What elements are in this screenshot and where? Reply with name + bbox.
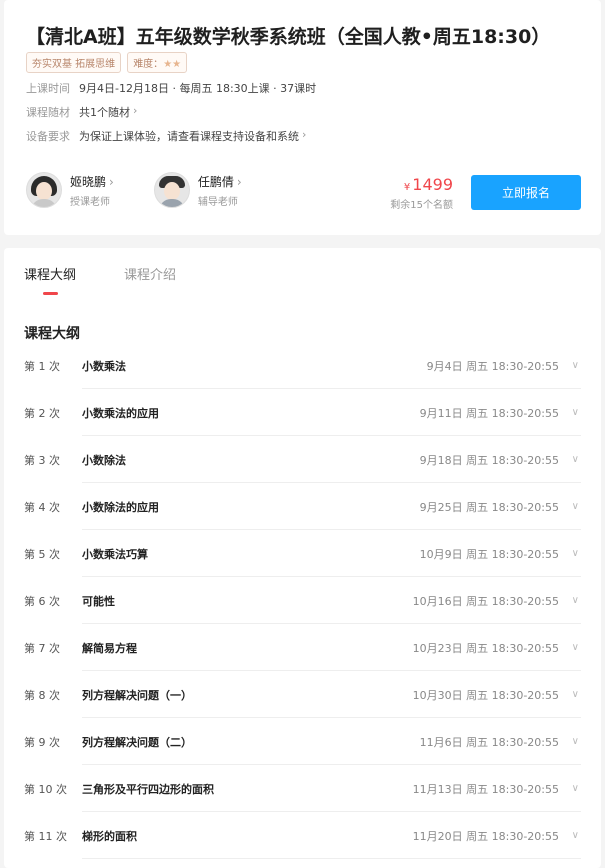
lesson-index: 第 8 次 [24,688,60,702]
lesson-index: 第 11 次 [24,829,67,843]
avatar [26,172,62,208]
lesson-time: 9月4日 周五 18:30-20:55 [426,359,559,373]
lesson-index: 第 4 次 [24,500,60,514]
outline-heading: 课程大纲 [24,326,80,342]
teacher-name[interactable]: 任鹏倩 [198,175,234,189]
lesson-index: 第 1 次 [24,359,60,373]
lesson-name: 小数乘法的应用 [82,406,159,420]
course-title: 【清北A班】五年级数学秋季系统班（全国人教•周五18:30） [26,26,551,48]
info-label: 课程随材 [26,106,70,119]
signup-button[interactable]: 立即报名 [471,175,581,210]
chevron-down-icon[interactable]: ∨ [572,830,579,841]
lesson-row[interactable]: 第 1 次 小数乘法 9月4日 周五 18:30-20:55 ∨ [24,342,581,389]
lesson-row[interactable]: 第 3 次 小数除法 9月18日 周五 18:30-20:55 ∨ [24,436,581,483]
lesson-time: 9月18日 周五 18:30-20:55 [419,453,559,467]
lesson-row[interactable]: 第 9 次 列方程解决问题（二） 11月6日 周五 18:30-20:55 ∨ [24,718,581,765]
lesson-name: 三角形及平行四边形的面积 [82,782,214,796]
currency-symbol: ¥ [403,182,411,193]
chevron-down-icon[interactable]: ∨ [572,548,579,559]
remaining-seats: 剩余15个名额 [390,200,453,211]
lesson-time: 11月6日 周五 18:30-20:55 [419,735,559,749]
lesson-time: 10月23日 周五 18:30-20:55 [412,641,559,655]
feature-tag: 夯实双基 拓展思维 [26,52,122,73]
lesson-index: 第 2 次 [24,406,60,420]
difficulty-tag: 难度：★★ [127,52,188,73]
price: ¥1499 [390,175,453,194]
lesson-index: 第 5 次 [24,547,60,561]
lesson-index: 第 6 次 [24,594,60,608]
chevron-down-icon[interactable]: ∨ [572,736,579,747]
lesson-list: 第 1 次 小数乘法 9月4日 周五 18:30-20:55 ∨ 第 2 次 小数乘法的应… [24,342,581,859]
chevron-right-icon: › [109,174,114,189]
tab-bar: 课程大纲 课程介绍 [24,264,176,295]
price-box: ¥1499 剩余15个名额 [390,175,453,211]
lesson-name: 列方程解决问题（二） [82,735,192,749]
lesson-name: 小数乘法 [82,359,126,373]
avatar [153,172,190,208]
info-materials[interactable]: 课程随材 共1个随材 › [26,104,137,120]
course-header-card: 【清北A班】五年级数学秋季系统班（全国人教•周五18:30） 夯实双基 拓展思维… [4,0,601,235]
lesson-name: 小数乘法巧算 [82,547,148,561]
lesson-time: 10月9日 周五 18:30-20:55 [419,547,559,561]
price-value: 1499 [412,175,453,194]
teacher-role: 辅导老师 [197,196,238,208]
lesson-row[interactable]: 第 4 次 小数除法的应用 9月25日 周五 18:30-20:55 ∨ [24,483,581,530]
chevron-down-icon[interactable]: ∨ [572,689,579,700]
lesson-row[interactable]: 第 5 次 小数乘法巧算 10月9日 周五 18:30-20:55 ∨ [24,530,581,577]
lesson-row[interactable]: 第 2 次 小数乘法的应用 9月11日 周五 18:30-20:55 ∨ [24,389,581,436]
lesson-name: 列方程解决问题（一） [82,688,192,702]
chevron-down-icon[interactable]: ∨ [572,783,579,794]
lesson-time: 10月16日 周五 18:30-20:55 [412,594,559,608]
teacher-lecturer[interactable]: 姬晓鹏 › 授课老师 [26,172,114,208]
lesson-row[interactable]: 第 11 次 梯形的面积 11月20日 周五 18:30-20:55 ∨ [24,812,581,859]
lesson-row[interactable]: 第 6 次 可能性 10月16日 周五 18:30-20:55 ∨ [24,577,581,624]
lesson-name: 小数除法的应用 [82,500,159,514]
info-label: 设备要求 [26,130,70,143]
chevron-down-icon[interactable]: ∨ [572,360,579,371]
difficulty-label: 难度： [133,59,164,70]
lesson-row[interactable]: 第 8 次 列方程解决问题（一） 10月30日 周五 18:30-20:55 ∨ [24,671,581,718]
lesson-time: 9月11日 周五 18:30-20:55 [419,406,559,420]
chevron-down-icon[interactable]: ∨ [572,595,579,606]
chevron-right-icon: › [133,104,138,117]
chevron-down-icon[interactable]: ∨ [572,454,579,465]
chevron-right-icon: › [302,128,307,141]
lesson-name: 梯形的面积 [82,829,137,843]
lesson-time: 9月25日 周五 18:30-20:55 [419,500,559,514]
lesson-time: 11月20日 周五 18:30-20:55 [412,829,559,843]
teacher-tutor[interactable]: 任鹏倩 › 辅导老师 [153,172,242,208]
outline-card: 课程大纲 课程介绍 课程大纲 第 1 次 小数乘法 9月4日 周五 18:30-20… [4,248,601,868]
row-divider [82,858,581,859]
teacher-name[interactable]: 姬晓鹏 [70,175,106,189]
chevron-down-icon[interactable]: ∨ [572,501,579,512]
lesson-index: 第 3 次 [24,453,60,467]
tab-intro[interactable]: 课程介绍 [124,264,176,295]
teacher-list: 姬晓鹏 › 授课老师 任鹏倩 › 辅导老师 [26,172,242,208]
lesson-row[interactable]: 第 7 次 解简易方程 10月23日 周五 18:30-20:55 ∨ [24,624,581,671]
info-schedule: 上课时间 9月4日-12月18日 · 每周五 18:30上课 · 37课时 [26,80,316,96]
course-tags: 夯实双基 拓展思维 难度：★★ [26,52,188,73]
chevron-down-icon[interactable]: ∨ [572,407,579,418]
chevron-down-icon[interactable]: ∨ [572,642,579,653]
lesson-index: 第 10 次 [24,782,67,796]
lesson-time: 11月13日 周五 18:30-20:55 [412,782,559,796]
tab-outline[interactable]: 课程大纲 [24,264,76,295]
info-label: 上课时间 [26,82,70,95]
info-value[interactable]: 为保证上课体验，请查看课程支持设备和系统 [79,128,299,144]
lesson-time: 10月30日 周五 18:30-20:55 [412,688,559,702]
chevron-right-icon: › [236,174,242,189]
info-value: 9月4日-12月18日 · 每周五 18:30上课 · 37课时 [79,82,317,95]
lesson-index: 第 9 次 [24,735,60,749]
lesson-name: 解简易方程 [82,641,137,655]
lesson-index: 第 7 次 [24,641,60,655]
lesson-name: 可能性 [82,594,115,608]
lesson-name: 小数除法 [82,453,126,467]
star-icon: ★★ [163,59,182,70]
info-device[interactable]: 设备要求 为保证上课体验，请查看课程支持设备和系统 › [26,128,306,144]
lesson-row[interactable]: 第 10 次 三角形及平行四边形的面积 11月13日 周五 18:30-20:55 ∨ [24,765,581,812]
info-value[interactable]: 共1个随材 [79,104,130,120]
teacher-role: 授课老师 [70,196,110,208]
